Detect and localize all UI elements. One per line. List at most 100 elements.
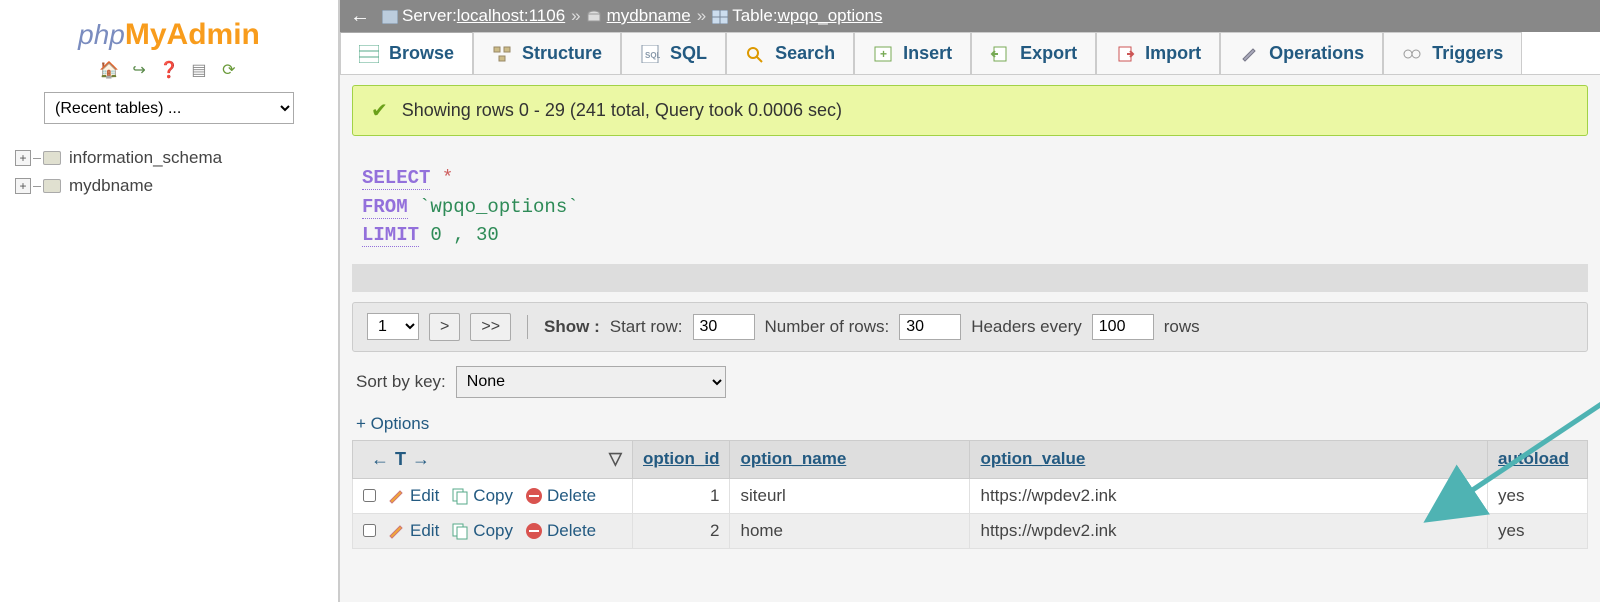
- expand-icon[interactable]: +: [15, 178, 31, 194]
- sort-caret-icon[interactable]: ▽: [609, 449, 622, 469]
- sort-key-select[interactable]: None: [456, 366, 726, 398]
- database-icon: [43, 179, 61, 193]
- options-link[interactable]: + Options: [352, 414, 1588, 434]
- expand-icon[interactable]: +: [15, 150, 31, 166]
- help-icon[interactable]: ❓: [159, 60, 179, 80]
- db-tree-item[interactable]: + information_schema: [15, 144, 338, 172]
- row-checkbox[interactable]: [363, 489, 376, 502]
- copy-icon: [451, 487, 469, 505]
- last-page-button[interactable]: >>: [470, 313, 511, 341]
- num-rows-input[interactable]: [899, 314, 961, 340]
- start-row-label: Start row:: [610, 317, 683, 337]
- edit-button[interactable]: Edit: [388, 486, 439, 506]
- pencil-icon: [388, 487, 406, 505]
- export-icon: [990, 45, 1010, 63]
- separator-icon: »: [697, 6, 706, 26]
- delete-icon: [525, 487, 543, 505]
- sort-by-key: Sort by key: None: [352, 366, 1588, 398]
- separator-icon: »: [571, 6, 580, 26]
- page-select[interactable]: 1: [367, 313, 419, 340]
- browse-icon: [359, 45, 379, 63]
- cell-autoload: yes: [1488, 513, 1588, 548]
- database-name: information_schema: [69, 148, 222, 168]
- pagination-bar: 1 > >> Show : Start row: Number of rows:…: [352, 302, 1588, 352]
- separator: [527, 315, 528, 339]
- table-icon: [712, 9, 728, 23]
- success-text: Showing rows 0 - 29 (241 total, Query to…: [402, 100, 842, 121]
- sidebar: phpMyAdmin 🏠 ↪ ❓ ▤ ⟳ (Recent tables) ...…: [0, 0, 340, 602]
- tab-operations[interactable]: Operations: [1220, 32, 1383, 74]
- show-label: Show :: [544, 317, 600, 337]
- row-checkbox[interactable]: [363, 524, 376, 537]
- pencil-icon: [388, 522, 406, 540]
- edit-button[interactable]: Edit: [388, 521, 439, 541]
- svg-text:+: +: [880, 47, 887, 61]
- cell-option-name: siteurl: [730, 478, 970, 513]
- db-tree-item[interactable]: + mydbname: [15, 172, 338, 200]
- operations-icon: [1239, 45, 1259, 63]
- tab-sql[interactable]: SQLSQL: [621, 32, 726, 74]
- column-header-option-id[interactable]: option_id: [633, 440, 730, 478]
- logo-admin: Admin: [167, 18, 260, 51]
- server-icon: [382, 9, 398, 23]
- tab-browse[interactable]: Browse: [340, 32, 473, 74]
- delete-icon: [525, 522, 543, 540]
- home-icon[interactable]: 🏠: [99, 60, 119, 80]
- breadcrumb-table[interactable]: wpqo_options: [778, 6, 883, 26]
- start-row-input[interactable]: [693, 314, 755, 340]
- insert-icon: +: [873, 45, 893, 63]
- copy-button[interactable]: Copy: [451, 486, 513, 506]
- breadcrumb-database[interactable]: mydbname: [607, 6, 691, 26]
- table-row: Edit Copy Delete 2 home https://wpdev2.i…: [353, 513, 1588, 548]
- sql-icon[interactable]: ▤: [189, 60, 209, 80]
- success-message: ✔ Showing rows 0 - 29 (241 total, Query …: [352, 85, 1588, 136]
- num-rows-label: Number of rows:: [765, 317, 890, 337]
- sort-arrows[interactable]: ←T→: [363, 445, 444, 473]
- sql-icon: SQL: [640, 45, 660, 63]
- actions-header: ←T→ ▽: [353, 440, 633, 478]
- breadcrumb-server-label: Server:: [402, 6, 457, 26]
- tab-triggers[interactable]: Triggers: [1383, 32, 1522, 74]
- logout-icon[interactable]: ↪: [129, 60, 149, 80]
- copy-button[interactable]: Copy: [451, 521, 513, 541]
- nav-icons: 🏠 ↪ ❓ ▤ ⟳: [0, 60, 338, 80]
- tab-search[interactable]: Search: [726, 32, 854, 74]
- recent-tables-select[interactable]: (Recent tables) ...: [44, 92, 294, 124]
- delete-button[interactable]: Delete: [525, 486, 596, 506]
- tab-structure[interactable]: Structure: [473, 32, 621, 74]
- logo[interactable]: phpMyAdmin: [0, 18, 338, 52]
- column-header-option-name[interactable]: option_name: [730, 440, 970, 478]
- database-name: mydbname: [69, 176, 153, 196]
- tab-export[interactable]: Export: [971, 32, 1096, 74]
- breadcrumb-table-label: Table:: [732, 6, 777, 26]
- svg-text:SQL: SQL: [645, 51, 660, 60]
- data-table: ←T→ ▽ option_id option_name option_value…: [352, 440, 1588, 549]
- table-row: Edit Copy Delete 1 siteurl https://wpdev…: [353, 478, 1588, 513]
- check-icon: ✔: [371, 98, 388, 123]
- cell-option-id: 1: [633, 478, 730, 513]
- cell-option-value: https://wpdev2.ink: [970, 513, 1488, 548]
- tab-import[interactable]: Import: [1096, 32, 1220, 74]
- structure-icon: [492, 45, 512, 63]
- breadcrumb: ← Server: localhost:1106 » mydbname » Ta…: [340, 0, 1600, 32]
- copy-icon: [451, 522, 469, 540]
- delete-button[interactable]: Delete: [525, 521, 596, 541]
- refresh-icon[interactable]: ⟳: [219, 60, 239, 80]
- logo-php: php: [78, 19, 125, 50]
- column-header-autoload[interactable]: autoload: [1488, 440, 1588, 478]
- database-icon: [43, 151, 61, 165]
- headers-every-input[interactable]: [1092, 314, 1154, 340]
- column-header-option-value[interactable]: option_value: [970, 440, 1488, 478]
- search-icon: [745, 45, 765, 63]
- sql-query: SELECT * FROM `wpqo_options` LIMIT 0 , 3…: [352, 146, 1588, 260]
- import-icon: [1115, 45, 1135, 63]
- breadcrumb-server[interactable]: localhost:1106: [457, 6, 565, 26]
- next-page-button[interactable]: >: [429, 313, 460, 341]
- sql-toolbar: [352, 264, 1588, 292]
- back-icon[interactable]: ←: [350, 5, 370, 28]
- logo-my: My: [125, 18, 167, 51]
- cell-autoload: yes: [1488, 478, 1588, 513]
- database-tree: + information_schema + mydbname: [0, 144, 338, 200]
- tab-insert[interactable]: +Insert: [854, 32, 971, 74]
- cell-option-id: 2: [633, 513, 730, 548]
